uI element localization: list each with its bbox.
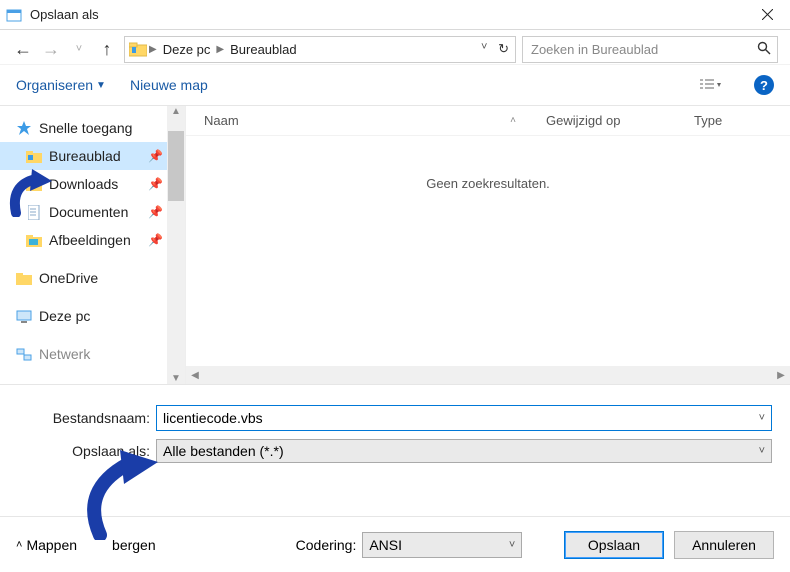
column-type[interactable]: Type: [676, 113, 790, 128]
back-button[interactable]: ←: [12, 38, 34, 60]
sidebar-item-downloads[interactable]: Downloads 📌: [0, 170, 185, 198]
cancel-button[interactable]: Annuleren: [674, 531, 774, 559]
scroll-left-icon[interactable]: ◀: [186, 370, 204, 381]
saveas-label: Opslaan als:: [18, 443, 156, 459]
scroll-right-icon[interactable]: ▶: [772, 370, 790, 381]
organize-menu[interactable]: Organiseren▼: [16, 77, 106, 93]
sidebar-item-thispc[interactable]: Deze pc: [0, 302, 185, 330]
sidebar-item-desktop[interactable]: Bureaublad 📌: [0, 142, 185, 170]
folder-icon: [26, 176, 42, 192]
sidebar-item-pictures[interactable]: Afbeeldingen 📌: [0, 226, 185, 254]
crumb-thispc[interactable]: Deze pc: [157, 42, 217, 57]
chevron-down-icon[interactable]: ˅: [481, 41, 487, 57]
view-options-button[interactable]: [690, 73, 730, 97]
chevron-up-icon: ˄: [16, 539, 22, 551]
breadcrumb[interactable]: ▶ Deze pc ▶ Bureaublad ˅ ↻: [124, 36, 516, 63]
column-name[interactable]: Naam˄: [186, 113, 528, 128]
refresh-icon[interactable]: ↻: [498, 41, 509, 57]
pin-icon: 📌: [148, 177, 163, 191]
filename-label: Bestandsnaam:: [18, 410, 156, 426]
encoding-combo[interactable]: ANSI ˅: [362, 532, 522, 558]
pictures-icon: [26, 232, 42, 248]
chevron-down-icon[interactable]: ˅: [509, 539, 515, 551]
footer: ˄ Mappen bergen Codering: ANSI ˅ Opslaan…: [0, 516, 790, 572]
column-modified[interactable]: Gewijzigd op: [528, 113, 676, 128]
document-icon: [26, 204, 42, 220]
help-button[interactable]: ?: [754, 75, 774, 95]
up-button[interactable]: ↑: [96, 38, 118, 60]
pin-icon: 📌: [148, 233, 163, 247]
pc-icon: [16, 308, 32, 324]
window-title: Opslaan als: [30, 7, 744, 22]
filename-input[interactable]: licentiecode.vbs ˅: [156, 405, 772, 431]
sort-indicator: ˄: [510, 115, 516, 126]
scrollbar-thumb[interactable]: [168, 131, 184, 201]
recent-dropdown[interactable]: ˅: [68, 38, 90, 60]
network-icon: [16, 346, 32, 362]
body: Snelle toegang Bureaublad 📌 Downloads 📌 …: [0, 106, 790, 384]
sidebar-item-documents[interactable]: Documenten 📌: [0, 198, 185, 226]
chevron-down-icon[interactable]: ˅: [759, 445, 765, 457]
form-area: Bestandsnaam: licentiecode.vbs ˅ Opslaan…: [0, 384, 790, 479]
chevron-down-icon[interactable]: ˅: [759, 412, 765, 424]
pin-icon: 📌: [148, 149, 163, 163]
star-icon: [16, 120, 32, 136]
chevron-icon[interactable]: ▶: [149, 44, 157, 55]
chevron-icon[interactable]: ▶: [216, 44, 224, 55]
sidebar: Snelle toegang Bureaublad 📌 Downloads 📌 …: [0, 106, 186, 384]
search-placeholder: Zoeken in Bureaublad: [531, 42, 658, 57]
navbar: ← → ˅ ↑ ▶ Deze pc ▶ Bureaublad ˅ ↻ Zoeke…: [0, 30, 790, 64]
saveas-combo[interactable]: Alle bestanden (*.*) ˅: [156, 439, 772, 463]
hide-folders-toggle[interactable]: ˄ Mappen bergen: [16, 537, 156, 553]
forward-button: →: [40, 38, 62, 60]
save-button[interactable]: Opslaan: [564, 531, 664, 559]
crumb-desktop[interactable]: Bureaublad: [224, 42, 303, 57]
folder-icon: [26, 148, 42, 164]
sidebar-item-quickaccess[interactable]: Snelle toegang: [0, 114, 185, 142]
sidebar-scrollbar[interactable]: ▲ ▼: [167, 106, 185, 384]
sidebar-item-network[interactable]: Netwerk: [0, 340, 185, 368]
search-input[interactable]: Zoeken in Bureaublad: [522, 36, 778, 63]
folder-icon: [16, 270, 32, 286]
pin-icon: 📌: [148, 205, 163, 219]
encoding-label: Codering:: [296, 537, 357, 553]
horizontal-scrollbar[interactable]: ◀ ▶: [186, 366, 790, 384]
close-button[interactable]: [744, 0, 790, 30]
folder-icon: [127, 38, 149, 60]
empty-message: Geen zoekresultaten.: [186, 176, 790, 191]
app-icon: [6, 7, 22, 23]
sidebar-item-onedrive[interactable]: OneDrive: [0, 264, 185, 292]
titlebar: Opslaan als: [0, 0, 790, 30]
new-folder-button[interactable]: Nieuwe map: [130, 77, 208, 93]
file-list: Naam˄ Gewijzigd op Type Geen zoekresulta…: [186, 106, 790, 384]
search-icon[interactable]: [757, 41, 771, 58]
toolbar: Organiseren▼ Nieuwe map ?: [0, 64, 790, 106]
column-headers: Naam˄ Gewijzigd op Type: [186, 106, 790, 136]
